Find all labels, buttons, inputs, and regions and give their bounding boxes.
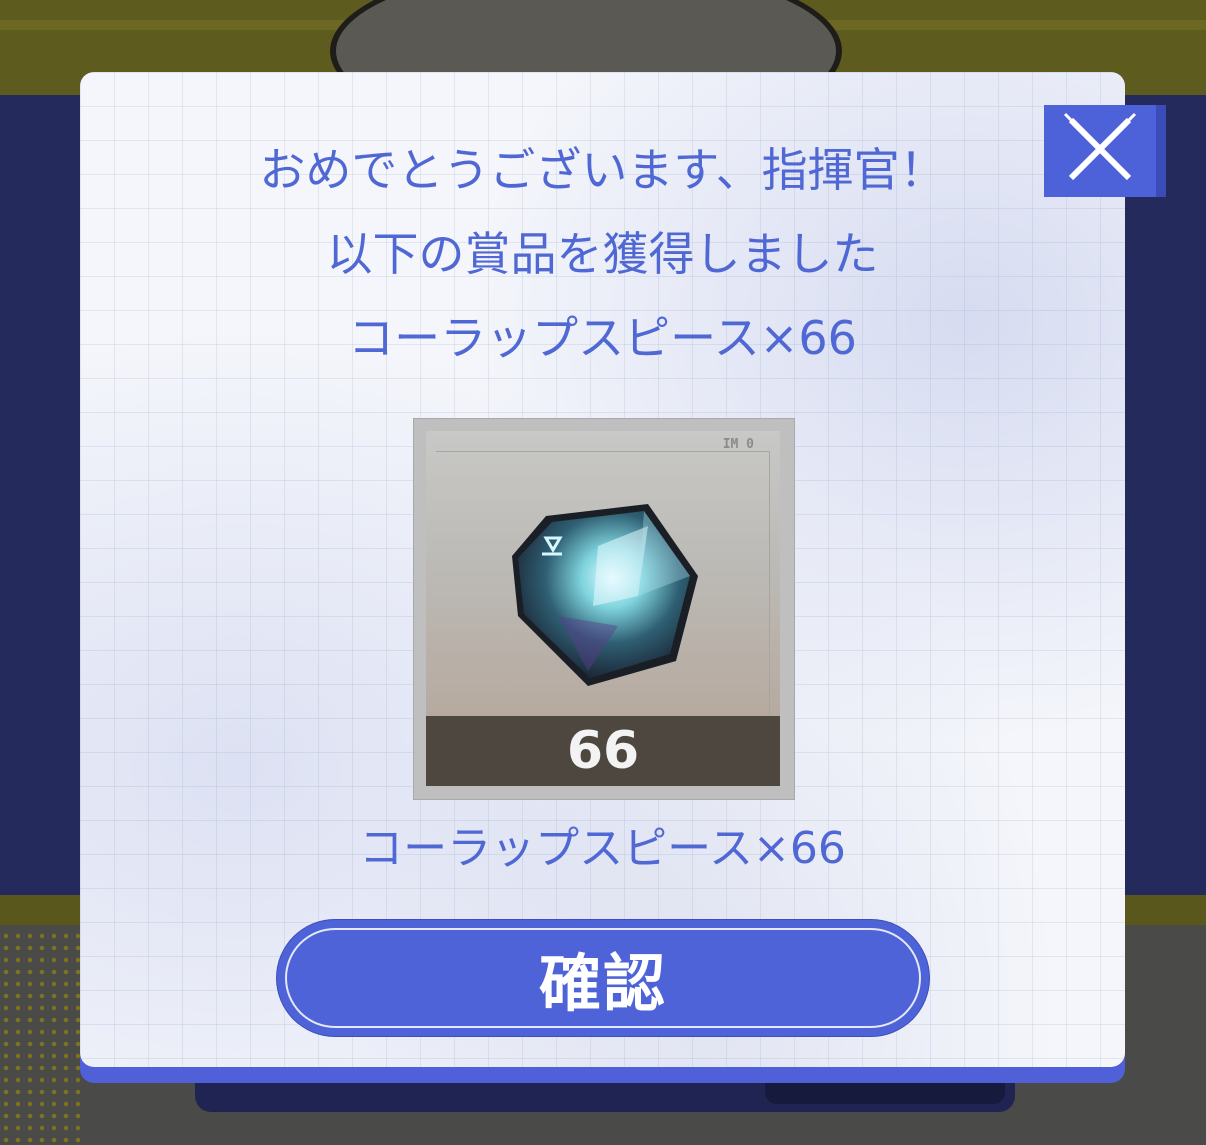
background-dot-pattern (0, 930, 80, 1145)
item-frame-line (436, 451, 770, 452)
item-frame-line (769, 451, 770, 728)
crystal-icon (498, 486, 708, 700)
reward-message: おめでとうございます、指揮官！ 以下の賞品を獲得しました コーラップスピース×6… (80, 128, 1125, 380)
reward-message-line: 以下の賞品を獲得しました (326, 227, 879, 281)
item-frame-tag: IM 0 (722, 437, 754, 452)
reward-message-line: おめでとうございます、指揮官！ (259, 143, 946, 197)
screen: おめでとうございます、指揮官！ 以下の賞品を獲得しました コーラップスピース×6… (0, 0, 1206, 1145)
confirm-button-label: 確認 (538, 947, 667, 1020)
reward-item-image-area: IM 0 (426, 431, 780, 728)
confirm-button[interactable]: 確認 (277, 920, 929, 1036)
reward-item-card[interactable]: IM 0 66 (413, 418, 795, 800)
item-count-bar: 66 (426, 716, 780, 786)
item-count: 66 (566, 721, 640, 781)
reward-item-name: コーラップスピース×66 (359, 823, 846, 874)
reward-message-line: コーラップスピース×66 (348, 311, 857, 365)
